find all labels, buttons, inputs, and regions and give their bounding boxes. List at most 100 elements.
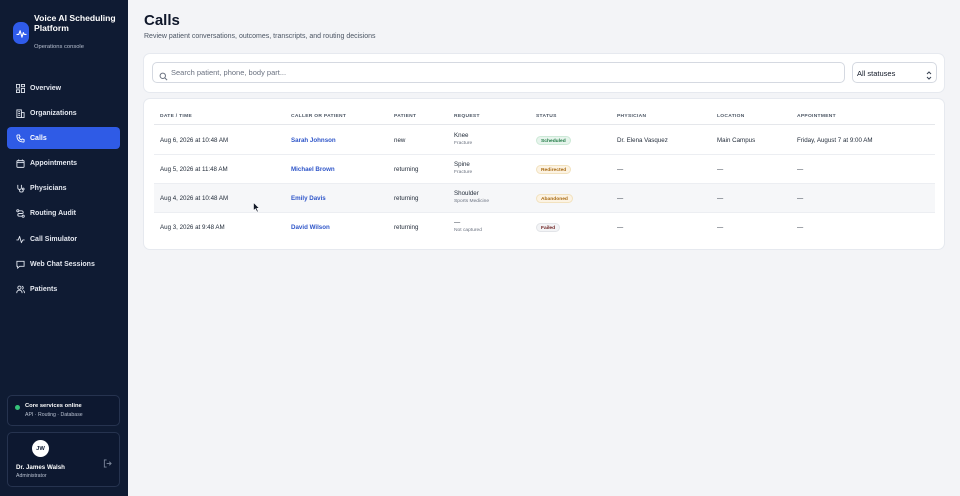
sidebar-item-routing-audit[interactable]: Routing Audit <box>7 203 120 225</box>
building-icon <box>15 108 25 118</box>
users-icon <box>15 285 25 295</box>
request-body-part: — <box>454 219 461 226</box>
system-status-card: Core services online API · Routing · Dat… <box>7 395 120 426</box>
mouse-cursor-icon <box>253 200 261 213</box>
location: — <box>717 195 724 202</box>
sidebar-item-calls[interactable]: Calls <box>7 127 120 150</box>
sidebar-item-label: Calls <box>30 134 47 142</box>
sidebar-item-label: Physicians <box>30 185 67 193</box>
patient-type: returning <box>394 224 419 231</box>
sidebar-item-call-simulator[interactable]: Call Simulator <box>7 228 120 250</box>
column-header[interactable]: CALLER OR PATIENT <box>291 114 346 119</box>
sidebar-item-label: Appointments <box>30 160 78 168</box>
header-divider <box>154 124 935 125</box>
logout-icon[interactable] <box>103 455 113 468</box>
request-detail: Fracture <box>454 170 473 175</box>
search-box <box>152 62 845 83</box>
sidebar-item-overview[interactable]: Overview <box>7 77 120 99</box>
user-role: Administrator <box>16 473 47 479</box>
request-detail: Not captured <box>454 228 483 233</box>
table-row[interactable]: Aug 3, 2026 at 9:48 AM David Wilson retu… <box>154 213 935 242</box>
patient-type: new <box>394 137 406 144</box>
phone-icon <box>15 133 25 143</box>
app-title: Voice AI Scheduling Platform <box>34 13 116 34</box>
sidebar-item-label: Organizations <box>30 109 77 117</box>
patient-type: returning <box>394 166 419 173</box>
sidebar-item-patients[interactable]: Patients <box>7 279 120 301</box>
physician: — <box>617 166 624 173</box>
pulse-icon <box>15 234 25 244</box>
sidebar-item-appointments[interactable]: Appointments <box>7 153 120 175</box>
column-header[interactable]: APPOINTMENT <box>797 114 836 119</box>
sidebar-item-label: Patients <box>30 286 58 293</box>
location: — <box>717 224 724 231</box>
patient-type: returning <box>394 195 419 202</box>
request-body-part: Spine <box>454 161 470 168</box>
physician: — <box>617 195 624 202</box>
request-detail: Fracture <box>454 141 473 146</box>
filter-bar: All statuses <box>144 54 944 92</box>
sidebar-item-organizations[interactable]: Organizations <box>7 102 120 124</box>
page-title: Calls <box>144 12 180 29</box>
sidebar-item-label: Overview <box>30 84 62 92</box>
appointment: — <box>797 166 804 173</box>
status-indicator-dot <box>15 405 20 410</box>
caller-link[interactable]: Michael Brown <box>291 166 335 173</box>
location: — <box>717 166 724 173</box>
sidebar-item-label: Call Simulator <box>30 235 78 243</box>
sidebar-item-label: Routing Audit <box>30 210 77 218</box>
search-input[interactable] <box>171 65 831 80</box>
column-header[interactable]: DATE / TIME <box>160 114 192 119</box>
call-datetime: Aug 4, 2026 at 10:48 AM <box>160 195 229 202</box>
request-body-part: Shoulder <box>454 190 479 197</box>
routing-icon <box>15 209 25 219</box>
user-card: JW Dr. James Walsh Administrator <box>7 432 120 487</box>
table-row[interactable]: Aug 5, 2026 at 11:48 AM Michael Brown re… <box>154 155 935 184</box>
search-icon <box>159 68 169 81</box>
avatar[interactable]: JW <box>32 440 49 457</box>
call-datetime: Aug 6, 2026 at 10:48 AM <box>160 137 229 144</box>
sidebar-item-web-chat-sessions[interactable]: Web Chat Sessions <box>7 253 120 275</box>
appointment: Friday, August 7 at 9:00 AM <box>797 137 873 144</box>
request-detail: Sports Medicine <box>454 199 490 204</box>
column-header[interactable]: PATIENT <box>394 114 416 119</box>
page-subtitle: Review patient conversations, outcomes, … <box>144 33 376 40</box>
table-row[interactable]: Aug 6, 2026 at 10:48 AM Sarah Johnson ne… <box>154 126 935 155</box>
status-badge: Scheduled <box>536 136 571 145</box>
column-header[interactable]: PHYSICIAN <box>617 114 646 119</box>
location: Main Campus <box>717 137 756 144</box>
table-row[interactable]: Aug 4, 2026 at 10:48 AM Emily Davis retu… <box>154 184 935 213</box>
appointment: — <box>797 195 804 202</box>
call-datetime: Aug 5, 2026 at 11:48 AM <box>160 166 228 173</box>
request-body-part: Knee <box>454 132 469 139</box>
caller-link[interactable]: Emily Davis <box>291 195 326 202</box>
status-badge: Abandoned <box>536 194 573 203</box>
calls-table: DATE / TIME CALLER OR PATIENT PATIENT RE… <box>144 99 944 249</box>
user-name: Dr. James Walsh <box>16 464 65 471</box>
column-header[interactable]: REQUEST <box>454 114 480 119</box>
chat-icon <box>15 259 25 269</box>
waveform-logo-icon <box>13 22 29 44</box>
sidebar-item-label: Web Chat Sessions <box>30 260 95 268</box>
status-badge: Redirected <box>536 165 572 174</box>
appointment: — <box>797 224 804 231</box>
caller-link[interactable]: David Wilson <box>291 224 330 231</box>
status-filter-value: All statuses <box>857 69 896 78</box>
caller-link[interactable]: Sarah Johnson <box>291 137 336 144</box>
chevron-up-down-icon <box>925 68 933 80</box>
column-header[interactable]: LOCATION <box>717 114 745 119</box>
call-datetime: Aug 3, 2026 at 9:48 AM <box>160 224 225 231</box>
physician: Dr. Elena Vasquez <box>617 137 668 144</box>
sidebar-item-physicians[interactable]: Physicians <box>7 178 120 200</box>
app-subtitle: Operations console <box>34 44 84 50</box>
status-detail: API · Routing · Database <box>25 412 83 418</box>
status-badge: Failed <box>536 223 561 232</box>
stethoscope-icon <box>15 184 25 194</box>
sidebar: Voice AI Scheduling Platform Operations … <box>0 0 128 496</box>
brand: Voice AI Scheduling Platform Operations … <box>12 13 124 55</box>
grid-icon <box>15 83 25 93</box>
column-header[interactable]: STATUS <box>536 114 557 119</box>
status-filter-select[interactable]: All statuses <box>852 62 937 83</box>
status-title: Core services online <box>25 403 82 409</box>
sidebar-nav: Overview Organizations Calls Appointment… <box>7 77 120 304</box>
